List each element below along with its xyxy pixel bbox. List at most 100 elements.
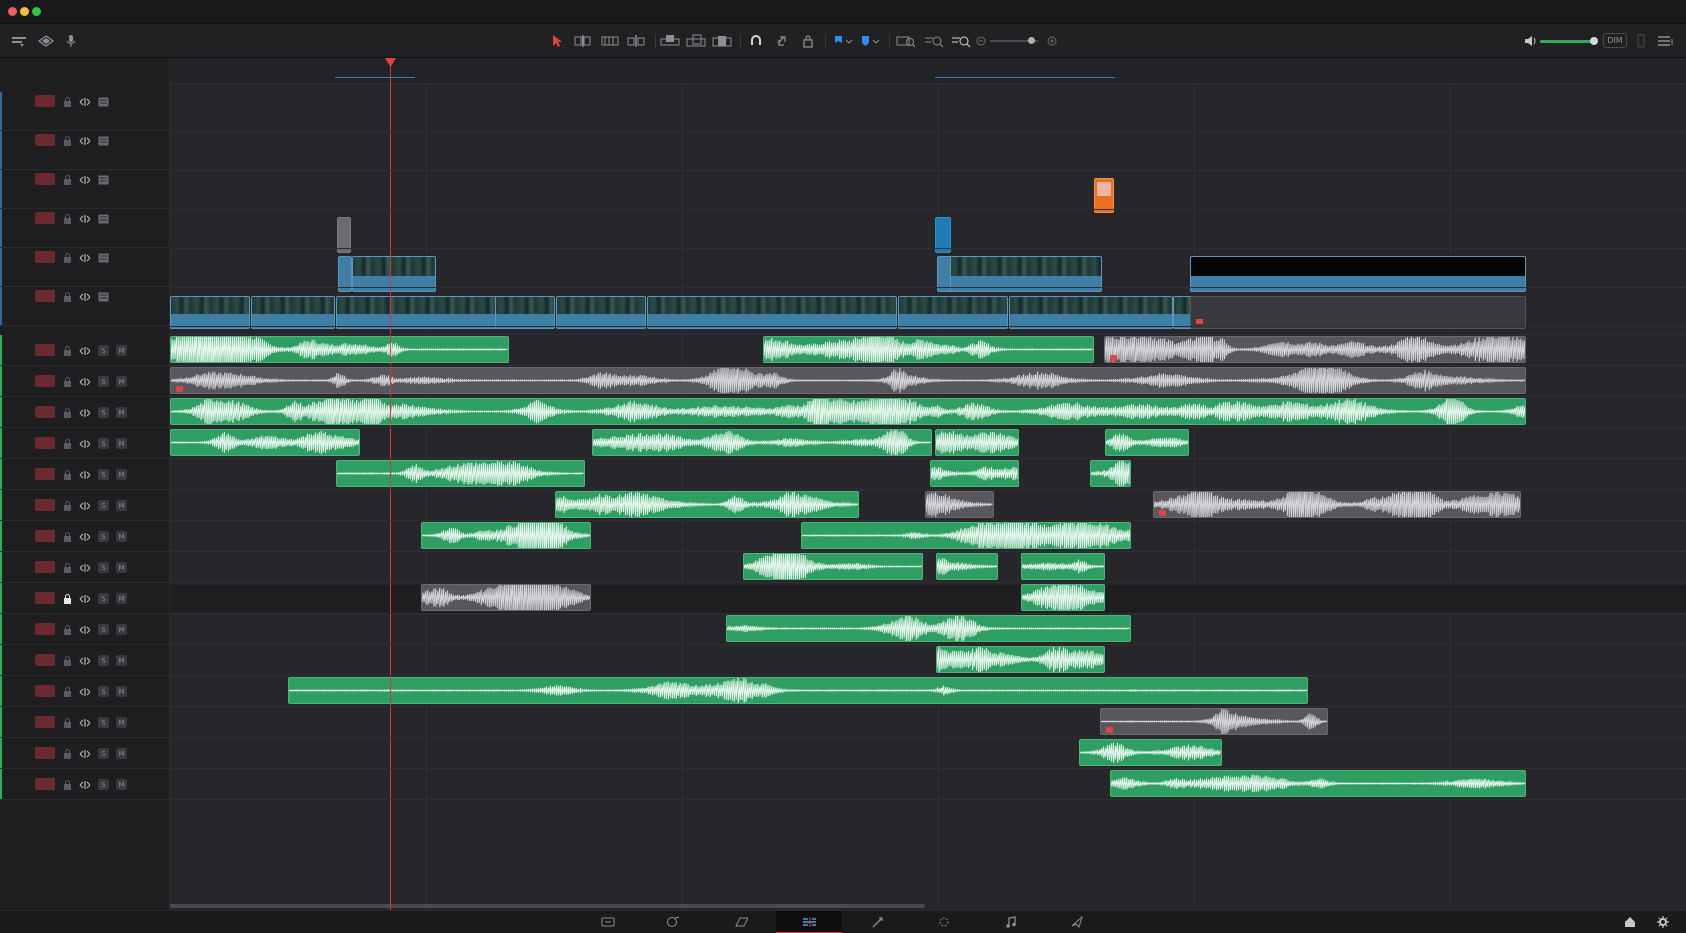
selection-arrow-icon[interactable] <box>550 32 564 50</box>
video-clip[interactable] <box>898 296 1008 329</box>
link-icon[interactable] <box>79 252 90 263</box>
solo-button[interactable]: S <box>98 345 109 356</box>
solo-button[interactable]: S <box>98 779 109 790</box>
timeline-view-icon[interactable] <box>10 32 28 50</box>
audio-clip[interactable] <box>1104 336 1526 363</box>
horizontal-scrollbar[interactable] <box>170 904 925 908</box>
solo-button[interactable]: S <box>98 593 109 604</box>
display-toggle-icon[interactable] <box>98 135 109 146</box>
link-icon[interactable] <box>79 531 90 542</box>
lock-icon[interactable] <box>62 174 73 185</box>
display-toggle-icon[interactable] <box>98 174 109 185</box>
close-window-button[interactable] <box>8 7 17 16</box>
track-color-swatch[interactable] <box>35 623 55 635</box>
audio-clip[interactable] <box>930 460 1019 487</box>
audio-clip[interactable] <box>592 429 932 456</box>
track-color-swatch[interactable] <box>35 344 55 356</box>
mute-button[interactable]: M <box>116 438 127 449</box>
track-color-swatch[interactable] <box>35 95 55 107</box>
solo-button[interactable]: S <box>98 407 109 418</box>
audio-clip[interactable] <box>763 336 1094 363</box>
link-icon[interactable] <box>79 291 90 302</box>
track-color-swatch[interactable] <box>35 530 55 542</box>
track-color-swatch[interactable] <box>35 375 55 387</box>
home-icon[interactable] <box>1623 915 1637 929</box>
video-clip[interactable] <box>495 296 555 329</box>
display-toggle-icon[interactable] <box>98 213 109 224</box>
insert-icon[interactable] <box>660 32 680 50</box>
lock-icon[interactable] <box>62 135 73 146</box>
position-lock-icon[interactable] <box>800 32 816 50</box>
link-icon[interactable] <box>79 345 90 356</box>
zoom-slider-handle[interactable] <box>1028 37 1035 44</box>
dynamic-trim-icon[interactable] <box>601 32 619 50</box>
zoom-in-icon[interactable] <box>1046 32 1058 50</box>
lock-icon[interactable] <box>62 686 73 697</box>
link-icon[interactable] <box>79 96 90 107</box>
solo-button[interactable]: S <box>98 748 109 759</box>
mute-button[interactable]: M <box>116 469 127 480</box>
mute-button[interactable]: M <box>116 345 127 356</box>
mute-button[interactable]: M <box>116 562 127 573</box>
lock-icon[interactable] <box>62 500 73 511</box>
lock-icon[interactable] <box>62 407 73 418</box>
lock-icon[interactable] <box>62 438 73 449</box>
lock-icon[interactable] <box>62 213 73 224</box>
solo-button[interactable]: S <box>98 469 109 480</box>
lock-icon[interactable] <box>62 252 73 263</box>
lock-icon[interactable] <box>62 376 73 387</box>
audio-clip[interactable] <box>170 367 1526 394</box>
video-clip[interactable] <box>336 296 516 329</box>
audio-clip[interactable] <box>1110 770 1526 797</box>
microphone-icon[interactable] <box>63 32 79 50</box>
timeline-canvas[interactable] <box>170 58 1686 910</box>
video-clip[interactable] <box>170 296 250 329</box>
solo-button[interactable]: S <box>98 686 109 697</box>
audio-clip[interactable] <box>288 677 1308 704</box>
audio-clip[interactable] <box>936 553 998 580</box>
track-color-swatch[interactable] <box>35 592 55 604</box>
fusion-page-icon[interactable] <box>937 915 951 929</box>
track-color-swatch[interactable] <box>35 778 55 790</box>
track-color-swatch[interactable] <box>35 499 55 511</box>
audio-clip[interactable] <box>336 460 585 487</box>
zoom-custom-icon[interactable] <box>951 32 971 50</box>
media-page-icon[interactable] <box>601 915 615 929</box>
zoom-window-button[interactable] <box>32 7 41 16</box>
display-toggle-icon[interactable] <box>98 96 109 107</box>
deliver-page-icon[interactable] <box>1070 915 1084 929</box>
audio-clip[interactable] <box>935 429 1019 456</box>
linked-selection-icon[interactable] <box>774 32 790 50</box>
video-clip[interactable] <box>647 296 897 329</box>
video-clip[interactable] <box>251 296 335 329</box>
mute-button[interactable]: M <box>116 717 127 728</box>
lock-icon[interactable] <box>62 655 73 666</box>
link-icon[interactable] <box>79 593 90 604</box>
video-clip[interactable] <box>556 296 646 329</box>
monitor-volume-handle[interactable] <box>1590 37 1598 45</box>
dim-button[interactable]: DIM <box>1603 33 1627 48</box>
zoom-out-icon[interactable] <box>975 32 987 50</box>
mute-button[interactable]: M <box>116 624 127 635</box>
lock-icon[interactable] <box>62 779 73 790</box>
solo-button[interactable]: S <box>98 655 109 666</box>
mute-button[interactable]: M <box>116 748 127 759</box>
track-color-swatch[interactable] <box>35 406 55 418</box>
zoom-full-icon[interactable] <box>896 32 916 50</box>
audio-clip[interactable] <box>1105 429 1189 456</box>
audio-clip[interactable] <box>801 522 1131 549</box>
audio-clip[interactable] <box>170 429 360 456</box>
track-color-swatch[interactable] <box>35 468 55 480</box>
cut-page-icon[interactable] <box>666 915 680 929</box>
track-color-swatch[interactable] <box>35 685 55 697</box>
link-icon[interactable] <box>79 376 90 387</box>
audio-clip[interactable] <box>1021 553 1105 580</box>
audio-clip[interactable] <box>743 553 923 580</box>
audio-clip[interactable] <box>421 522 591 549</box>
zoom-detail-icon[interactable] <box>924 32 944 50</box>
audio-clip[interactable] <box>726 615 1131 642</box>
marker-icon[interactable] <box>859 32 881 50</box>
audio-clip[interactable] <box>936 646 1105 673</box>
audio-clip[interactable] <box>1090 460 1131 487</box>
lock-icon[interactable] <box>62 717 73 728</box>
